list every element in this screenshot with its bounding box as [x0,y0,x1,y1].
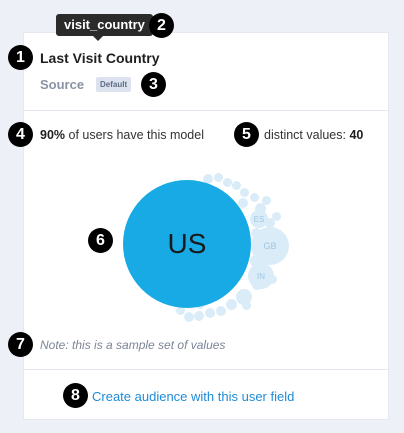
small-bubble[interactable] [232,181,241,190]
small-bubble[interactable] [242,301,251,310]
marker-1: 1 [8,45,33,70]
footer-divider [24,369,388,370]
small-bubble[interactable] [250,193,259,202]
source-badge: Default [96,77,132,92]
country-bubble-us-label: US [167,228,207,259]
marker-2: 2 [149,13,174,38]
marker-3: 3 [141,72,166,97]
distinct-stat: distinct values: 40 [264,128,363,142]
small-bubble[interactable] [223,178,232,187]
small-bubble[interactable] [205,308,215,318]
header-divider [24,110,388,111]
small-bubble[interactable] [262,196,271,205]
marker-4: 4 [8,122,33,147]
small-bubble[interactable] [226,299,237,310]
distinct-count: 40 [349,128,364,142]
marker-7: 7 [8,332,33,357]
tooltip-arrow [93,36,103,41]
field-name-tooltip: visit_country [56,14,153,36]
country-bubble-gb[interactable]: GB [251,227,289,265]
small-bubble[interactable] [272,212,281,221]
field-title: Last Visit Country [40,50,160,66]
small-bubble[interactable] [214,173,223,182]
coverage-stat: 90% of users have this model [40,128,204,142]
small-bubble[interactable] [216,306,226,316]
sample-note: Note: this is a sample set of values [40,338,226,352]
small-bubble[interactable]: ES [250,210,268,228]
distinct-label: distinct values: [264,128,350,142]
create-audience-link[interactable]: Create audience with this user field [92,389,294,404]
small-bubble[interactable] [194,311,204,321]
coverage-text: of users have this model [65,128,205,142]
country-bubble-us[interactable]: US [123,180,251,308]
country-bubble-gb-label: GB [263,241,277,251]
country-bubble-in-label: IN [257,271,265,281]
coverage-percent: 90% [40,128,66,142]
country-bubble-in[interactable]: IN [248,263,274,289]
small-bubble[interactable] [184,312,194,322]
source-label: Source [40,77,85,92]
marker-6: 6 [88,228,113,253]
small-bubble[interactable] [240,188,249,197]
marker-8: 8 [63,383,88,408]
marker-5: 5 [234,122,259,147]
